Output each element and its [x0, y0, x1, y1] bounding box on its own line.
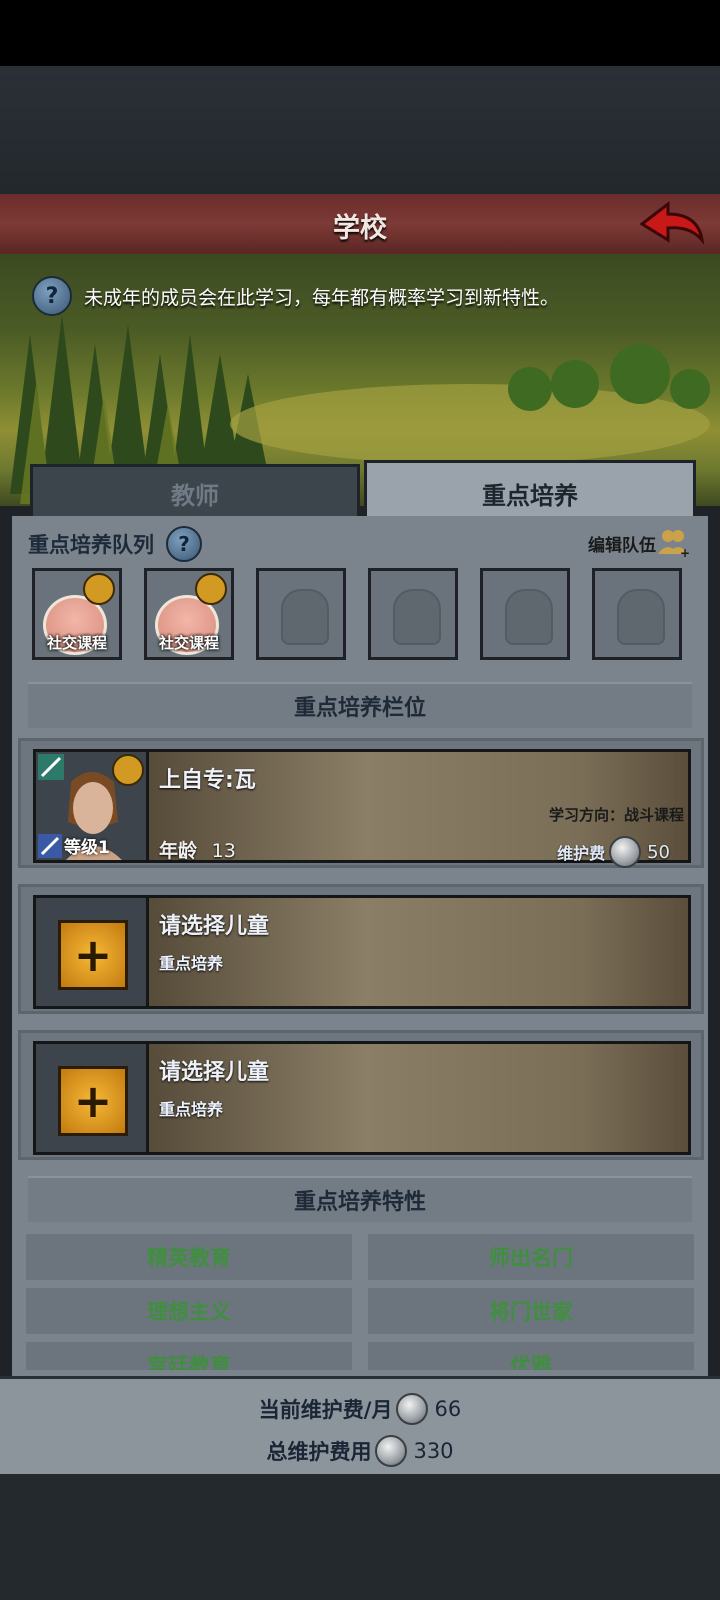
traits-section-title: 重点培养特性	[293, 1190, 426, 1215]
level-label: 等级1	[64, 838, 110, 858]
trait-item[interactable]: 将门世家	[368, 1288, 694, 1334]
empty-portrait: +	[33, 895, 149, 1009]
helmet-icon	[505, 589, 553, 645]
add-child-button[interactable]: +	[58, 920, 128, 990]
age-row: 年龄 13	[159, 836, 236, 863]
silver-coin-icon	[609, 836, 642, 868]
slot-label: 社交课程	[158, 634, 219, 652]
trait-item[interactable]: 宫廷教育	[26, 1342, 352, 1370]
queue-slot-1[interactable]: 社交课程	[32, 568, 122, 660]
queue-slot-3[interactable]	[256, 568, 346, 660]
bottom-backdrop	[0, 1474, 720, 1600]
tab-focus-training[interactable]: 重点培养	[364, 460, 696, 523]
tab-bar: 教师 重点培养	[30, 460, 696, 523]
add-child-button[interactable]: +	[58, 1066, 128, 1136]
info-row: ? 未成年的成员会在此学习，每年都有概率学习到新特性。	[32, 276, 559, 316]
empty-slot-plate: 请选择儿童 重点培养	[149, 1041, 691, 1155]
top-backdrop	[0, 66, 720, 194]
tab-teacher[interactable]: 教师	[30, 464, 360, 522]
focus-training-label: 重点培养	[159, 1100, 224, 1119]
member-portrait: 等级1	[33, 749, 149, 863]
empty-slot-plate: 请选择儿童 重点培养	[149, 895, 691, 1009]
total-upkeep-row: 总维护费用 330	[0, 1435, 720, 1467]
upkeep-value: 50	[647, 841, 670, 863]
member-card[interactable]: 等级1 上自专:瓦 学习方向：战斗课程 年龄 13 维护费 50	[18, 738, 704, 868]
queue-title: 重点培养队列	[28, 533, 154, 557]
rotate-icon	[112, 754, 144, 786]
age-value: 13	[211, 840, 236, 862]
upkeep-row: 维护费 50	[557, 836, 670, 868]
slot-label: 社交课程	[46, 634, 107, 652]
help-icon[interactable]: ?	[32, 276, 72, 316]
edit-team-label: 编辑队伍	[588, 535, 656, 556]
study-direction: 学习方向：战斗课程	[548, 806, 684, 824]
total-upkeep-label: 总维护费用	[266, 1440, 372, 1464]
queue-slot-4[interactable]	[368, 568, 458, 660]
trait-item[interactable]: 理想主义	[26, 1288, 352, 1334]
trait-item[interactable]: 精英教育	[26, 1234, 352, 1280]
member-name: 上自专:瓦	[159, 768, 256, 793]
monthly-upkeep-label: 当前维护费/月	[258, 1398, 393, 1422]
queue-slot-2[interactable]: 社交课程	[144, 568, 234, 660]
silver-coin-icon	[375, 1435, 408, 1467]
member-info-plate: 上自专:瓦 学习方向：战斗课程 年龄 13 维护费 50	[149, 749, 691, 868]
upkeep-label: 维护费	[557, 844, 606, 863]
silver-coin-icon	[396, 1393, 429, 1425]
monthly-upkeep-row: 当前维护费/月 66	[0, 1393, 720, 1425]
queue-help-icon[interactable]: ?	[166, 526, 202, 562]
empty-portrait: +	[33, 1041, 149, 1155]
helmet-icon	[393, 589, 441, 645]
edit-team-button[interactable]: 编辑队伍 +	[588, 528, 690, 558]
rotate-icon	[83, 573, 115, 605]
queue-slot-5[interactable]	[480, 568, 570, 660]
status-bar	[0, 0, 720, 66]
queue-slot-6[interactable]	[592, 568, 682, 660]
empty-slot-card-1[interactable]: + 请选择儿童 重点培养	[18, 884, 704, 1014]
slots-section-title: 重点培养栏位	[293, 696, 426, 721]
trait-item[interactable]: 优雅	[368, 1342, 694, 1370]
focus-training-label: 重点培养	[159, 954, 224, 973]
age-label: 年龄	[159, 840, 198, 862]
rotate-icon	[195, 573, 227, 605]
total-upkeep-value: 330	[413, 1439, 454, 1463]
upkeep-footer: 当前维护费/月 66 总维护费用 330	[0, 1376, 720, 1477]
helmet-icon	[617, 589, 665, 645]
svg-text:+: +	[680, 546, 690, 558]
back-arrow-icon[interactable]	[638, 200, 706, 248]
select-child-label: 请选择儿童	[159, 914, 270, 939]
title-bar: 学校	[0, 194, 720, 257]
info-text: 未成年的成员会在此学习，每年都有概率学习到新特性。	[84, 286, 560, 309]
empty-slot-card-2[interactable]: + 请选择儿童 重点培养	[18, 1030, 704, 1160]
helmet-icon	[281, 589, 329, 645]
trait-item[interactable]: 师出名门	[368, 1234, 694, 1280]
select-child-label: 请选择儿童	[159, 1060, 270, 1085]
page-title: 学校	[333, 213, 387, 244]
traits-grid: 精英教育 师出名门 理想主义 将门世家 宫廷教育 优雅	[26, 1234, 694, 1370]
add-team-icon: +	[658, 530, 690, 558]
monthly-upkeep-value: 66	[434, 1397, 462, 1421]
queue-header: 重点培养队列 ?	[28, 526, 202, 562]
